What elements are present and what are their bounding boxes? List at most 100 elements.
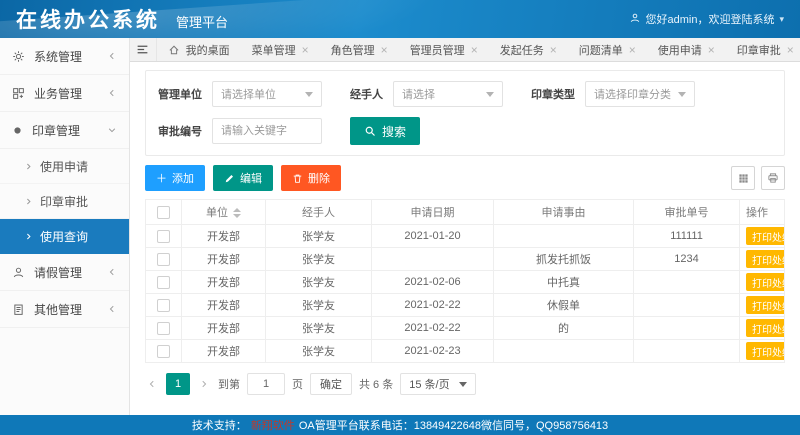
reason-cell — [494, 340, 634, 363]
delete-button[interactable]: 删除 — [281, 165, 341, 191]
row-checkbox[interactable] — [157, 299, 170, 312]
print-dept-button[interactable]: 打印处级 — [746, 342, 785, 360]
sidebar-item[interactable]: 业务管理 — [0, 75, 129, 112]
print-dept-button[interactable]: 打印处级 — [746, 250, 785, 268]
approval-no-cell: 1234 — [634, 248, 740, 271]
page-size-select[interactable]: 15 条/页 — [400, 373, 476, 395]
sidebar-subitem[interactable]: 使用查询 — [0, 219, 129, 254]
approval-no-input[interactable] — [212, 118, 322, 144]
next-page-button[interactable] — [197, 379, 211, 389]
add-button[interactable]: ＋ 添加 — [145, 165, 205, 191]
user-menu[interactable]: 您好admin，欢迎登陆系统 ▾ — [629, 11, 785, 27]
caret-right-icon — [24, 232, 33, 241]
approval-no-cell — [634, 294, 740, 317]
chevron-down-icon — [305, 92, 313, 97]
prev-page-button[interactable] — [145, 379, 159, 389]
date-cell: 2021-01-20 — [372, 225, 494, 248]
sidebar-item[interactable]: 系统管理 — [0, 38, 129, 75]
app-header: 在线办公系统 管理平台 您好admin，欢迎登陆系统 ▾ — [0, 0, 800, 38]
body: 系统管理业务管理印章管理使用申请印章审批使用查询请假管理其他管理 我的桌面菜单管… — [0, 38, 800, 415]
goto-page-input[interactable] — [247, 373, 285, 395]
handler-cell: 张学友 — [266, 294, 372, 317]
confirm-page-button[interactable]: 确定 — [310, 373, 352, 395]
column-header: 审批单号 — [634, 200, 740, 225]
sidebar-item-label: 请假管理 — [34, 264, 82, 281]
row-checkbox[interactable] — [157, 230, 170, 243]
tab-close-icon[interactable]: × — [471, 44, 478, 56]
search-button[interactable]: 搜索 — [350, 117, 420, 145]
chevron-left-icon — [107, 51, 117, 61]
approval-no-cell: 111111 — [634, 225, 740, 248]
app-footer: 技术支持： 新翔软件 OA管理平台联系电话：13849422648微信同号，QQ… — [0, 415, 800, 435]
column-header-label: 经手人 — [302, 207, 335, 219]
chevron-down-icon: ▾ — [779, 14, 784, 25]
sidebar-item-label: 其他管理 — [34, 301, 82, 318]
print-dept-button[interactable]: 打印处级 — [746, 273, 785, 291]
row-checkbox[interactable] — [157, 345, 170, 358]
sidebar-item-label: 业务管理 — [34, 85, 82, 102]
approval-no-cell — [634, 317, 740, 340]
row-checkbox[interactable] — [157, 276, 170, 289]
print-dept-button[interactable]: 打印处级 — [746, 319, 785, 337]
tab-label: 使用申请 — [658, 42, 702, 58]
select-all-checkbox[interactable] — [157, 206, 170, 219]
page-size-value: 15 条/页 — [409, 376, 449, 392]
row-select-cell — [146, 317, 182, 340]
row-select-cell — [146, 225, 182, 248]
seal-icon — [12, 125, 23, 136]
page-unit-label: 页 — [292, 376, 303, 392]
tab-5[interactable]: 问题清单 × — [568, 38, 647, 61]
tab-7[interactable]: 印章审批× — [726, 38, 800, 61]
tab-close-icon[interactable]: × — [302, 44, 309, 56]
tab-6[interactable]: 使用申请 × — [647, 38, 726, 61]
column-header-label: 申请日期 — [411, 207, 455, 219]
tab-close-icon[interactable]: × — [708, 44, 715, 56]
sort-icon[interactable] — [233, 208, 241, 218]
edit-button[interactable]: 编辑 — [213, 165, 273, 191]
row-checkbox[interactable] — [157, 322, 170, 335]
seal-type-select[interactable]: 请选择印章分类 — [585, 81, 695, 107]
page-number-button[interactable]: 1 — [166, 373, 190, 395]
row-select-cell — [146, 340, 182, 363]
unit-select-placeholder: 请选择单位 — [221, 86, 276, 102]
collapse-menu-icon[interactable] — [130, 38, 157, 61]
sidebar-subitem-label: 印章审批 — [40, 193, 88, 210]
tab-close-icon[interactable]: × — [787, 44, 794, 56]
unit-select[interactable]: 请选择单位 — [212, 81, 322, 107]
tab-label: 角色管理 — [331, 42, 375, 58]
tab-label: 问题清单 — [579, 42, 623, 58]
actions-cell: 打印处级打印科级编辑 — [740, 340, 785, 363]
sidebar-item[interactable]: 请假管理 — [0, 254, 129, 291]
pencil-icon — [224, 173, 235, 184]
print-dept-button[interactable]: 打印处级 — [746, 227, 785, 245]
row-checkbox[interactable] — [157, 253, 170, 266]
add-button-label: 添加 — [172, 170, 194, 186]
column-header-label: 申请事由 — [542, 207, 586, 219]
tab-home[interactable]: 我的桌面 — [157, 38, 241, 61]
tab-1[interactable]: 菜单管理× — [241, 38, 320, 61]
sidebar-subitem[interactable]: 使用申请 — [0, 149, 129, 184]
print-dept-button[interactable]: 打印处级 — [746, 296, 785, 314]
tab-close-icon[interactable]: × — [550, 44, 557, 56]
handler-cell: 张学友 — [266, 271, 372, 294]
reason-cell — [494, 225, 634, 248]
column-header: 单位 — [182, 200, 266, 225]
seal-type-label: 印章类型 — [531, 86, 575, 102]
tab-4[interactable]: 发起任务× — [489, 38, 568, 61]
tab-close-icon[interactable]: × — [381, 44, 388, 56]
print-icon-button[interactable] — [761, 166, 785, 190]
sidebar-subitem[interactable]: 印章审批 — [0, 184, 129, 219]
delete-button-label: 删除 — [308, 170, 330, 186]
tab-3[interactable]: 管理员管理× — [399, 38, 489, 61]
caret-right-icon — [24, 162, 33, 171]
sidebar-item[interactable]: 其他管理 — [0, 291, 129, 328]
seal-type-select-placeholder: 请选择印章分类 — [594, 86, 671, 102]
tab-close-icon[interactable]: × — [629, 44, 636, 56]
handler-select[interactable]: 请选择 — [393, 81, 503, 107]
support-label: 技术支持： — [192, 417, 247, 433]
edit-button-label: 编辑 — [240, 170, 262, 186]
filter-columns-icon-button[interactable] — [731, 166, 755, 190]
tab-2[interactable]: 角色管理 × — [320, 38, 399, 61]
sidebar-item-label: 印章管理 — [32, 122, 80, 139]
sidebar-item[interactable]: 印章管理 — [0, 112, 129, 149]
